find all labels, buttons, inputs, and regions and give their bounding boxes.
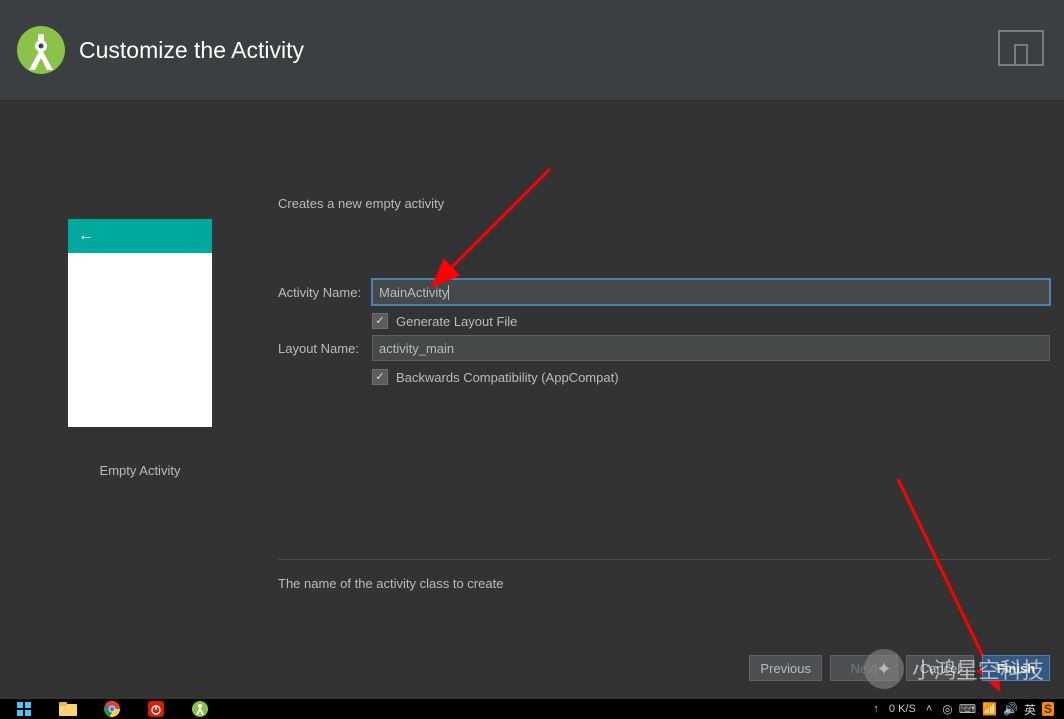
taskbar-apps: [0, 699, 220, 719]
activity-name-label: Activity Name:: [278, 285, 372, 300]
start-button[interactable]: [4, 699, 44, 719]
windows-taskbar[interactable]: ↑ 0 K/S ˄ ◎ ⌨ 📶 🔊 英 S: [0, 699, 1064, 719]
dialog-header: Customize the Activity: [0, 0, 1064, 101]
backwards-compat-label: Backwards Compatibility (AppCompat): [396, 370, 619, 385]
layout-name-label: Layout Name:: [278, 341, 372, 356]
phone-appbar: ←: [68, 219, 212, 253]
sublime-tray-icon[interactable]: S: [1042, 702, 1054, 716]
phone-mock: ←: [68, 219, 212, 427]
layout-name-row: Layout Name: activity_main: [278, 335, 1050, 361]
dialog-content: ← Empty Activity Creates a new empty act…: [0, 101, 1064, 699]
activity-name-row: Activity Name: MainActivity: [278, 279, 1050, 305]
layout-name-input[interactable]: activity_main: [372, 335, 1050, 361]
activity-name-input[interactable]: MainActivity: [372, 279, 1050, 305]
android-studio-logo-icon: [15, 24, 67, 76]
generate-layout-checkbox[interactable]: ✓: [372, 313, 388, 329]
file-explorer-icon[interactable]: [48, 699, 88, 719]
ime-indicator[interactable]: 英: [1024, 701, 1036, 718]
cancel-button[interactable]: Cancel: [906, 655, 974, 681]
wifi-icon[interactable]: 📶: [982, 702, 997, 716]
location-icon[interactable]: ◎: [942, 702, 952, 716]
backwards-compat-checkbox[interactable]: ✓: [372, 369, 388, 385]
device-preview-icon: [998, 30, 1044, 66]
volume-icon[interactable]: 🔊: [1003, 702, 1018, 716]
wizard-button-bar: Previous Next Cancel Finish: [749, 655, 1050, 681]
upload-arrow-icon: ↑: [873, 703, 879, 715]
finish-button[interactable]: Finish: [982, 655, 1050, 681]
taskbar-tray: ↑ 0 K/S ˄ ◎ ⌨ 📶 🔊 英 S: [873, 701, 1064, 718]
dialog-title: Customize the Activity: [79, 37, 304, 64]
netease-music-icon[interactable]: [136, 699, 176, 719]
back-arrow-icon: ←: [78, 227, 94, 245]
tray-icons: ◎ ⌨ 📶 🔊 英 S: [942, 701, 1054, 718]
activity-template-preview: ← Empty Activity: [68, 219, 212, 478]
layout-name-value: activity_main: [379, 341, 454, 356]
form-intro: Creates a new empty activity: [278, 196, 1050, 211]
next-button: Next: [830, 655, 898, 681]
form-divider: [278, 559, 1050, 560]
tray-expand-icon[interactable]: ˄: [926, 703, 932, 715]
previous-button[interactable]: Previous: [749, 655, 822, 681]
net-speed: 0 K/S: [889, 703, 916, 715]
backwards-compat-row[interactable]: ✓ Backwards Compatibility (AppCompat): [372, 369, 1050, 385]
form-panel: Creates a new empty activity Activity Na…: [278, 196, 1050, 391]
android-studio-taskbar-icon[interactable]: [180, 699, 220, 719]
generate-layout-label: Generate Layout File: [396, 314, 517, 329]
keyboard-icon[interactable]: ⌨: [959, 702, 976, 716]
chrome-icon[interactable]: [92, 699, 132, 719]
generate-layout-row[interactable]: ✓ Generate Layout File: [372, 313, 1050, 329]
template-name: Empty Activity: [68, 463, 212, 478]
field-hint: The name of the activity class to create: [278, 576, 503, 591]
activity-name-value: MainActivity: [379, 285, 448, 300]
